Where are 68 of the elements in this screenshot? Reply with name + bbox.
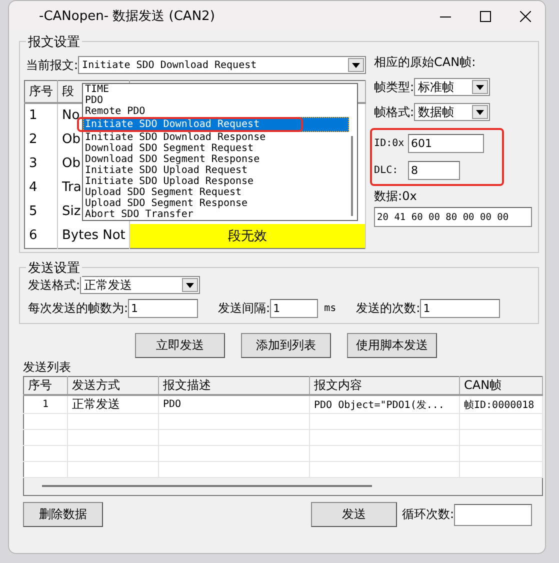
current-message-label: 当前报文: [26, 56, 78, 74]
table-cell: 2 [29, 132, 38, 147]
table-cell: 3 [29, 156, 38, 171]
dropdown-option[interactable]: Initiate SDO Upload Response [83, 176, 349, 187]
table-cell: Bytes Not [62, 228, 126, 243]
column-header: 发送方式 [68, 376, 158, 395]
frame-format-label: 帧格式: [374, 104, 414, 120]
table-cell: Siz [62, 204, 81, 219]
table-cell: Ob [62, 132, 80, 147]
frame-format-dropdown[interactable]: 数据帧 [414, 103, 490, 121]
send-button[interactable]: 发送 [311, 502, 397, 527]
interval-unit: ms [324, 303, 336, 314]
table-cell: PDO [158, 395, 310, 414]
table-cell: 1 [29, 108, 38, 123]
interval-label: 发送间隔: [218, 300, 270, 317]
frames-per-send-input[interactable]: 1 [128, 299, 198, 318]
dropdown-option[interactable]: Upload SDO Segment Response [83, 198, 349, 209]
table-cell: 5 [29, 204, 38, 219]
send-format-label: 发送格式: [28, 276, 80, 294]
send-format-dropdown[interactable]: 正常发送 [80, 276, 200, 294]
table-cell: 帧ID:0000018 [460, 395, 542, 414]
scrollbar-thumb[interactable] [42, 485, 372, 487]
scrollbar-thumb[interactable] [351, 136, 353, 216]
data-label: 数据:0x [374, 188, 418, 205]
table-cell: Tra [62, 180, 82, 195]
column-header: 序号 [24, 80, 58, 102]
send-list-title: 发送列表 [23, 359, 72, 376]
dropdown-option[interactable]: Upload SDO Segment Request [83, 187, 349, 198]
loop-count-label: 循环次数: [402, 506, 454, 523]
column-header: CAN帧 [460, 376, 542, 395]
frame-type-dropdown[interactable]: 标准帧 [414, 78, 490, 96]
table-cell: PDO Object="PDO1(发... [310, 395, 460, 414]
action-button[interactable]: 立即发送 [135, 333, 225, 358]
current-message-dropdown[interactable]: Initiate SDO Download Request [78, 56, 366, 74]
dropdown-option[interactable]: Initiate SDO Upload Request [83, 165, 349, 176]
table-cell: Ob [62, 156, 80, 171]
table-cell: 1 [24, 395, 68, 414]
status-cell: 段无效 [130, 224, 366, 248]
id-input[interactable]: 601 [408, 134, 484, 153]
raw-frame-title: 相应的原始CAN帧: [374, 54, 477, 71]
dropdown-option[interactable]: Download SDO Segment Response [83, 154, 349, 165]
dropdown-option[interactable]: Initiate SDO Download Response [83, 132, 349, 143]
group-title: 报文设置 [26, 33, 82, 51]
send-count-label: 发送的次数: [356, 300, 420, 317]
dropdown-option[interactable]: Abort SDO Transfer [83, 209, 349, 220]
table-cell: 6 [29, 228, 38, 243]
column-header: 报文内容 [310, 376, 460, 395]
group-title: 发送设置 [26, 259, 82, 277]
delete-data-button[interactable]: 删除数据 [23, 502, 103, 527]
loop-count-input[interactable] [454, 504, 532, 526]
action-button[interactable]: 添加到列表 [241, 333, 331, 358]
interval-input[interactable]: 1 [270, 299, 318, 318]
dlc-label: DLC: [374, 165, 400, 176]
column-header: 报文描述 [158, 376, 310, 395]
frame-type-label: 帧类型: [374, 78, 414, 96]
id-label: ID:0x [374, 138, 406, 149]
dropdown-option[interactable]: Download SDO Segment Request [83, 143, 349, 154]
column-header: 序号 [24, 376, 68, 395]
table-cell: No [62, 108, 80, 123]
dlc-input[interactable]: 8 [408, 161, 460, 180]
table-cell: 4 [29, 180, 38, 195]
frames-per-send-label: 每次发送的帧数为: [28, 300, 128, 317]
dropdown-option[interactable]: Remote PDO [83, 106, 349, 117]
action-button[interactable]: 使用脚本发送 [347, 333, 437, 358]
data-input[interactable]: 20 41 60 00 80 00 00 00 [374, 207, 532, 227]
table-cell: 正常发送 [68, 395, 158, 414]
window-title: -CANopen- 数据发送 (CAN2) [39, 8, 216, 25]
send-count-input[interactable]: 1 [420, 299, 500, 318]
